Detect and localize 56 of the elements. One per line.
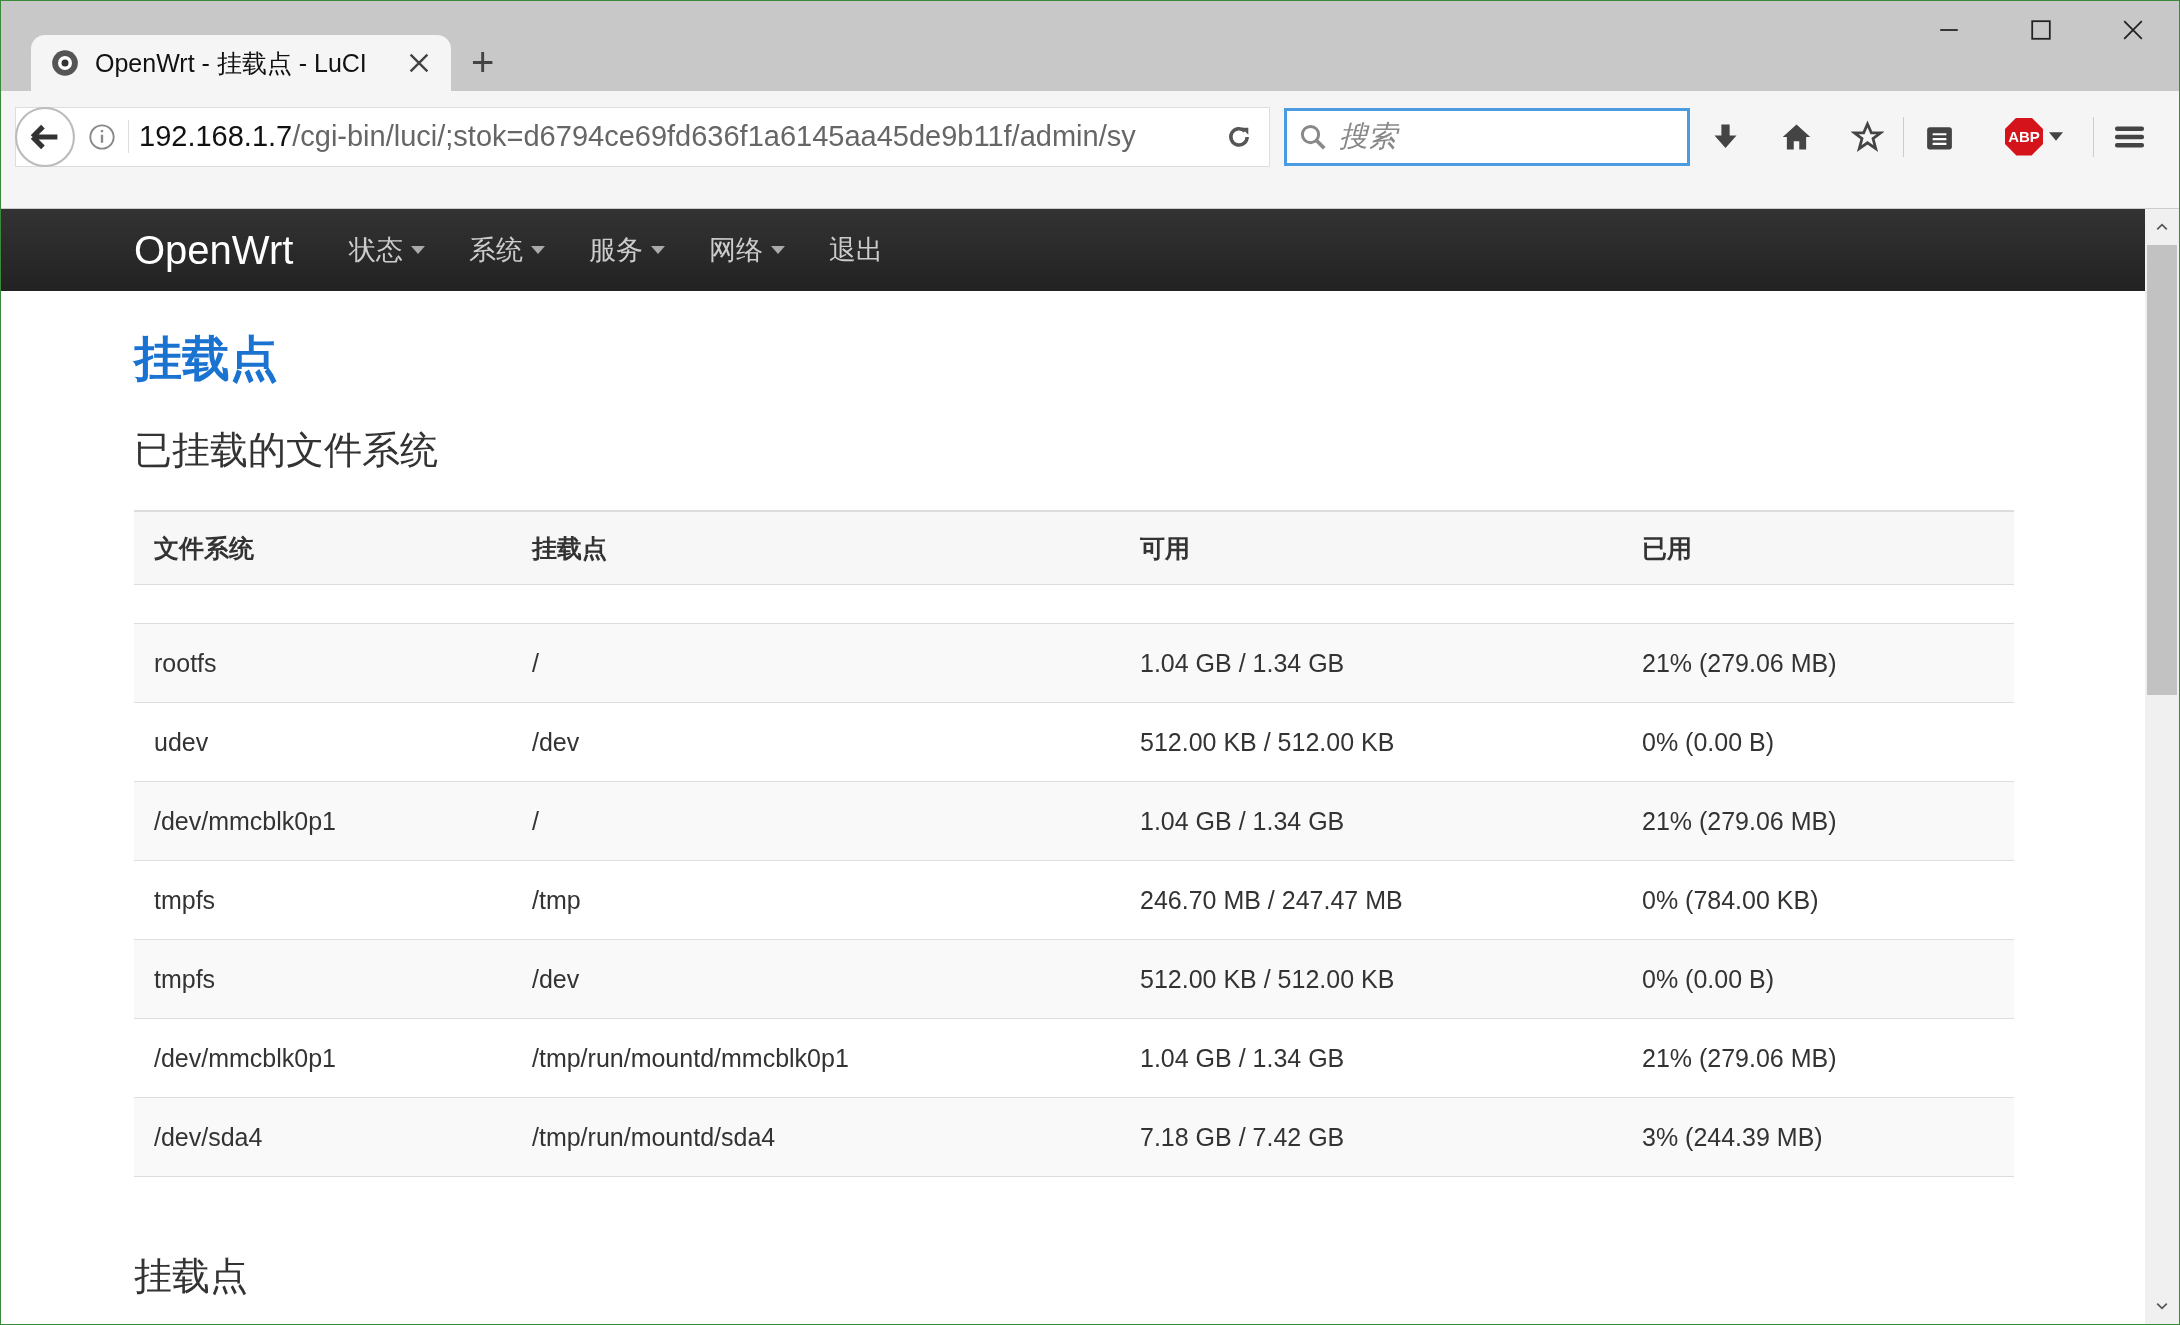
table-cell: 512.00 KB / 512.00 KB xyxy=(1140,727,1395,756)
table-cell: 3% (244.39 MB) xyxy=(1642,1122,1823,1151)
nav-menu-item[interactable]: 系统 xyxy=(469,232,546,268)
nav-menu-item[interactable]: 退出 xyxy=(829,232,884,268)
search-field[interactable]: 搜索 xyxy=(1283,107,1690,166)
browser-tab[interactable]: OpenWrt - 挂载点 - LuCI xyxy=(31,35,451,91)
table-cell: /tmp xyxy=(532,885,581,914)
address-bar[interactable]: 192.168.1.7/cgi-bin/luci/;stok=d6794ce69fd636f1a6145aa45de9b11f/admin/sy xyxy=(15,106,1270,167)
table-cell: udev xyxy=(154,727,209,756)
table-cell: /tmp/run/mountd/mmcblk0p1 xyxy=(532,1043,849,1072)
info-icon[interactable] xyxy=(88,122,116,151)
table-cell: tmpfs xyxy=(154,885,216,914)
column-header: 文件系统 xyxy=(154,533,254,562)
section-title: 已挂载的文件系统 xyxy=(134,428,439,473)
column-header: 可用 xyxy=(1140,533,1190,562)
brand-link[interactable]: OpenWrt xyxy=(134,227,294,273)
table-cell: 246.70 MB / 247.47 MB xyxy=(1140,885,1403,914)
table-cell: /dev xyxy=(532,964,580,993)
page-title: 挂载点 xyxy=(134,331,279,387)
url-text: 192.168.1.7/cgi-bin/luci/;stok=d6794ce69fd636f1a6145aa45de9b11f/admin/sy xyxy=(128,120,1197,153)
new-tab-button[interactable]: + xyxy=(461,40,505,85)
tab-title: OpenWrt - 挂载点 - LuCI xyxy=(95,47,368,79)
table-cell: /dev xyxy=(532,727,580,756)
table-cell: 1.04 GB / 1.34 GB xyxy=(1140,1043,1345,1072)
table-cell: 1.04 GB / 1.34 GB xyxy=(1140,806,1345,835)
column-header: 已用 xyxy=(1642,533,1692,562)
scroll-down-icon[interactable] xyxy=(2156,1302,2168,1310)
table-cell: 0% (784.00 KB) xyxy=(1642,885,1819,914)
star-icon[interactable] xyxy=(1850,119,1884,154)
maximize-icon[interactable] xyxy=(2030,19,2052,41)
table-cell: /dev/mmcblk0p1 xyxy=(154,1043,337,1072)
table-cell: /tmp/run/mountd/sda4 xyxy=(532,1122,776,1151)
table-cell: / xyxy=(532,806,539,835)
table-cell: / xyxy=(532,648,539,677)
section-title: 挂载点 xyxy=(134,1254,249,1299)
close-icon[interactable] xyxy=(2122,19,2144,41)
table-cell: 0% (0.00 B) xyxy=(1642,727,1774,756)
table-cell: 21% (279.06 MB) xyxy=(1642,648,1837,677)
table-cell: /dev/sda4 xyxy=(154,1122,263,1151)
table-cell: 21% (279.06 MB) xyxy=(1642,1043,1837,1072)
caret-icon xyxy=(2048,132,2063,141)
table-cell: 0% (0.00 B) xyxy=(1642,964,1774,993)
table-cell: rootfs xyxy=(154,648,217,677)
table-cell: tmpfs xyxy=(154,964,216,993)
scrollbar[interactable] xyxy=(2145,209,2179,1324)
table-cell: 7.18 GB / 7.42 GB xyxy=(1140,1122,1345,1151)
nav-menu-item[interactable]: 服务 xyxy=(589,232,666,268)
table-cell: 512.00 KB / 512.00 KB xyxy=(1140,964,1395,993)
table-cell: 1.04 GB / 1.34 GB xyxy=(1140,648,1345,677)
close-tab-icon[interactable] xyxy=(407,51,431,75)
nav-menu-item[interactable]: 网络 xyxy=(709,232,786,268)
nav-menu-item[interactable]: 状态 xyxy=(349,232,426,268)
column-header: 挂载点 xyxy=(532,533,607,562)
table-cell: 21% (279.06 MB) xyxy=(1642,806,1837,835)
table-cell: /dev/mmcblk0p1 xyxy=(154,806,337,835)
scroll-up-icon[interactable] xyxy=(2156,223,2168,231)
